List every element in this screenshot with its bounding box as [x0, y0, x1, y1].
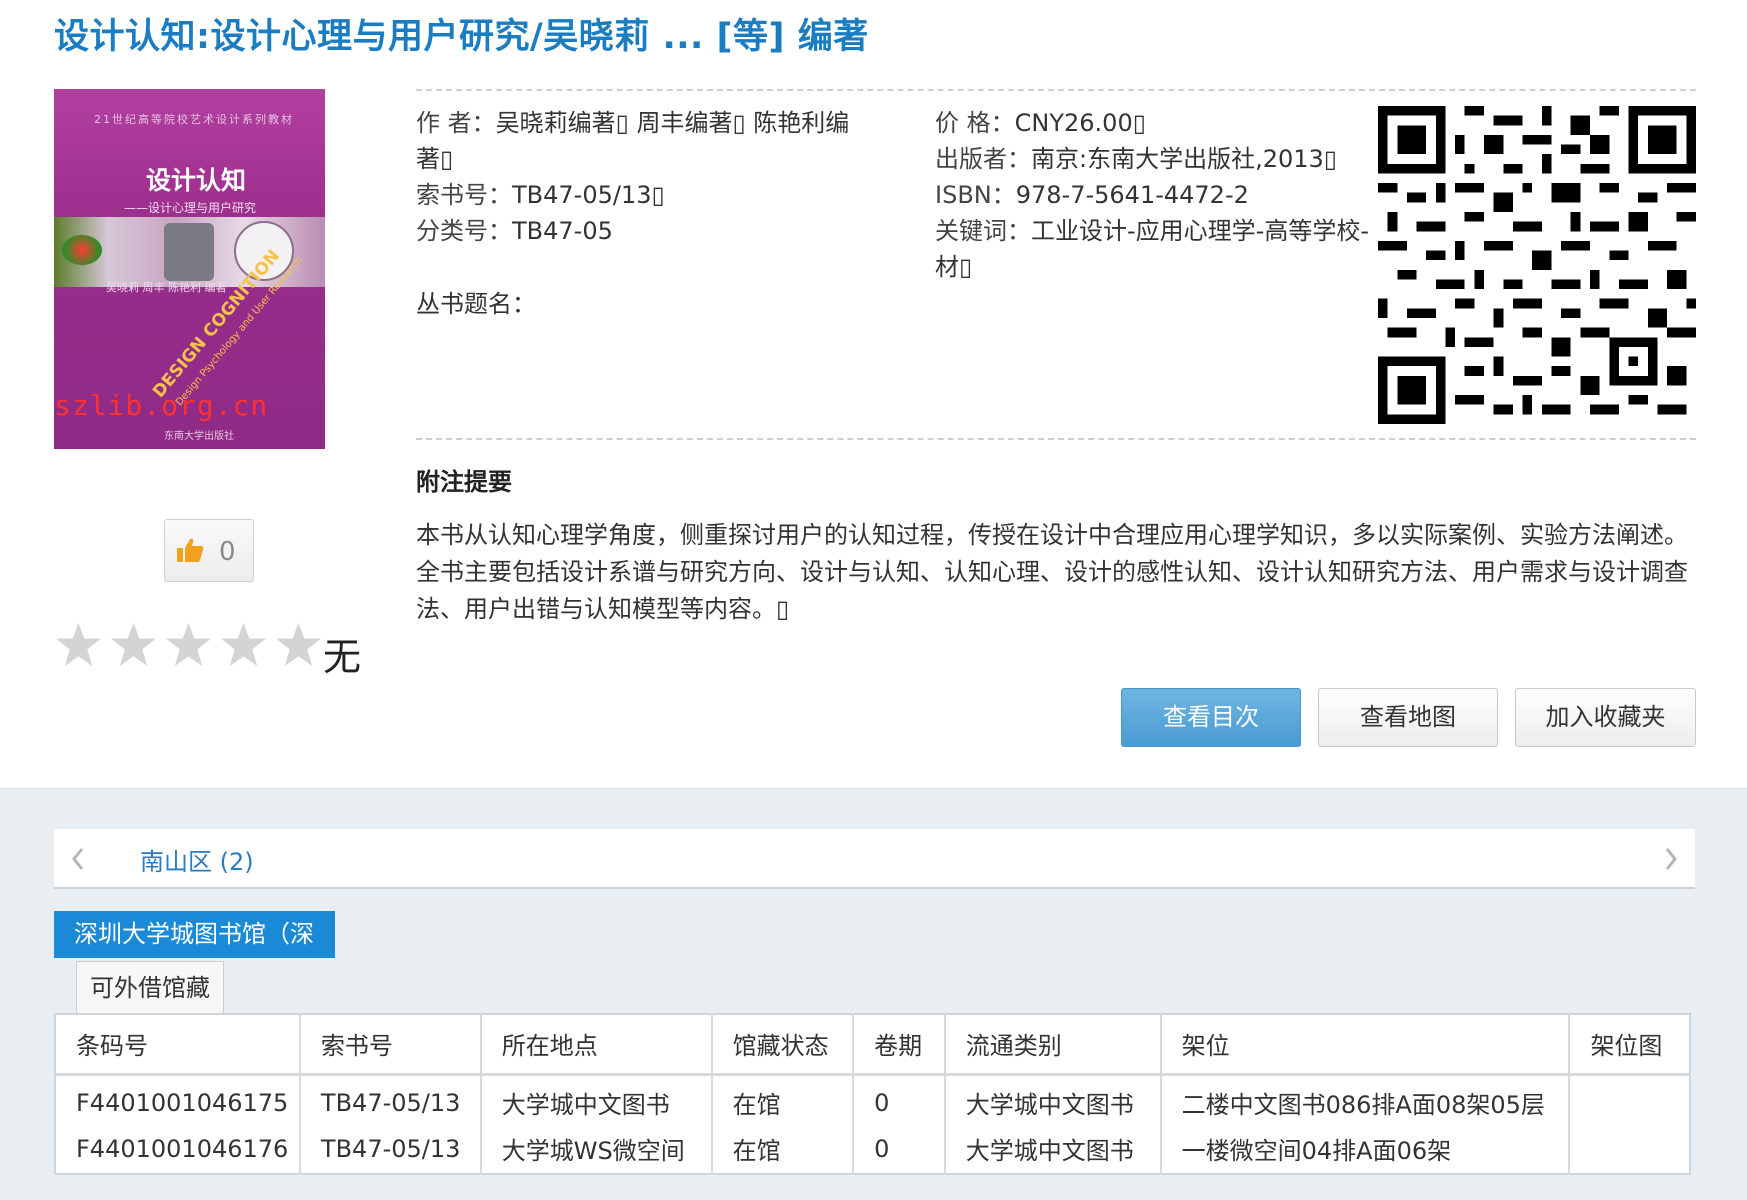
volume-cell: 0 [853, 1074, 946, 1124]
barcode-cell: F4401001046176 [55, 1124, 301, 1174]
location-cell: 大学城中文图书 [480, 1074, 713, 1124]
view-toc-button[interactable]: 查看目次 [1121, 688, 1301, 747]
notes-body: 本书从认知心理学角度，侧重探讨用户的认知过程，传授在设计中合理应用心理学知识，多… [416, 521, 1688, 623]
call-number-cell: TB47-05/13 [299, 1074, 482, 1124]
author-value[interactable]: 吴晓莉编著▯ 周丰编著▯ 陈艳利编 [496, 109, 850, 137]
rating-text: 无 [323, 635, 362, 679]
shelf-map-cell[interactable] [1569, 1074, 1690, 1124]
table-row: F4401001046175 TB47-05/13 大学城中文图书 在馆 0 大… [55, 1074, 1690, 1124]
price-field: 价 格：CNY26.00▯ [935, 109, 1146, 137]
cover-title: 设计认知 [146, 166, 247, 195]
call-number-cell: TB47-05/13 [299, 1124, 482, 1174]
like-count: 0 [219, 537, 236, 567]
cover-publisher: 东南大学出版社 [164, 431, 234, 442]
district-tab-nanshan[interactable]: 南山区 (2) [140, 842, 254, 877]
author-field: 作 者：吴晓莉编著▯ 周丰编著▯ 陈艳利编 [416, 109, 850, 137]
cover-authors: 吴晓莉 周丰 陈艳利 编著 [106, 281, 227, 294]
column-header: 卷期 [853, 1014, 946, 1076]
book-title: 设计认知:设计心理与用户研究/吴晓莉 ... [等] 编著 [54, 17, 869, 57]
series-title-field: 丛书题名： [416, 290, 536, 318]
column-header: 架位图 [1569, 1014, 1690, 1076]
shelf-map-cell[interactable] [1569, 1124, 1690, 1174]
keywords-field-cont: 材▯ [935, 253, 973, 281]
record-detail-panel: 设计认知:设计心理与用户研究/吴晓莉 ... [等] 编著 21世纪高等院校艺术… [0, 0, 1747, 788]
view-map-button[interactable]: 查看地图 [1318, 688, 1498, 747]
notes-heading: 附注提要 [416, 468, 512, 496]
call-number-field: 索书号：TB47-05/13▯ [416, 181, 665, 209]
circulation-type-cell: 大学城中文图书 [944, 1124, 1162, 1174]
table-header-row: 条码号 索书号 所在地点 馆藏状态 卷期 流通类别 架位 架位图 [55, 1014, 1690, 1076]
keywords-field: 关键词：工业设计-应用心理学-高等学校- [935, 217, 1369, 245]
shelf-cell: 一楼微空间04排A面06架 [1160, 1124, 1571, 1174]
status-cell: 在馆 [711, 1124, 855, 1174]
isbn-field: ISBN：978-7-5641-4472-2 [935, 181, 1249, 209]
status-cell: 在馆 [711, 1074, 855, 1124]
cover-subtitle: ——设计心理与用户研究 [124, 201, 257, 215]
cover-series: 21世纪高等院校艺术设计系列教材 [94, 113, 294, 126]
column-header: 架位 [1160, 1014, 1571, 1076]
qr-code-icon [1378, 106, 1696, 424]
holdings-table: 条码号 索书号 所在地点 馆藏状态 卷期 流通类别 架位 架位图 F440100… [54, 1013, 1691, 1175]
cover-watermark: szlib.org.cn [54, 389, 269, 422]
chevron-right-icon[interactable] [1661, 841, 1681, 877]
star-icon[interactable] [274, 621, 323, 670]
column-header: 馆藏状态 [711, 1014, 855, 1076]
divider [416, 89, 1696, 91]
barcode-cell: F4401001046175 [55, 1074, 301, 1124]
star-icon[interactable] [164, 621, 213, 670]
thumbs-up-icon [177, 538, 204, 562]
divider [416, 438, 1696, 440]
volume-cell: 0 [853, 1124, 946, 1174]
column-header: 流通类别 [944, 1014, 1162, 1076]
keywords-value[interactable]: 工业设计-应用心理学-高等学校- [1031, 217, 1369, 245]
add-favorite-button[interactable]: 加入收藏夹 [1515, 688, 1696, 747]
book-cover-image: 21世纪高等院校艺术设计系列教材 设计认知 ——设计心理与用户研究 吴晓莉 周丰… [54, 89, 325, 449]
table-row: F4401001046176 TB47-05/13 大学城WS微空间 在馆 0 … [55, 1124, 1690, 1174]
classification-field: 分类号：TB47-05 [416, 217, 613, 245]
location-cell: 大学城WS微空间 [480, 1124, 713, 1174]
library-tab[interactable]: 深圳大学城图书馆（深 [54, 911, 335, 958]
column-header: 所在地点 [480, 1014, 713, 1076]
star-icon[interactable] [109, 621, 158, 670]
district-carousel: 南山区 (2) [54, 829, 1695, 889]
chevron-left-icon[interactable] [68, 841, 88, 877]
rating-stars[interactable] [54, 621, 323, 670]
circulation-type-cell: 大学城中文图书 [944, 1074, 1162, 1124]
publisher-field: 出版者：南京:东南大学出版社,2013▯ [935, 145, 1337, 173]
lendable-holdings-tab[interactable]: 可外借馆藏 [76, 961, 224, 1015]
author-field-cont: 著▯ [416, 145, 454, 173]
star-icon[interactable] [219, 621, 268, 670]
like-button[interactable]: 0 [164, 519, 254, 582]
star-icon[interactable] [54, 621, 103, 670]
column-header: 索书号 [299, 1014, 482, 1076]
shelf-cell: 二楼中文图书086排A面08架05层 [1160, 1074, 1571, 1124]
holdings-panel: 南山区 (2) 深圳大学城图书馆（深 可外借馆藏 条码号 索书号 所在地点 馆藏… [0, 788, 1747, 1200]
column-header: 条码号 [55, 1014, 301, 1076]
